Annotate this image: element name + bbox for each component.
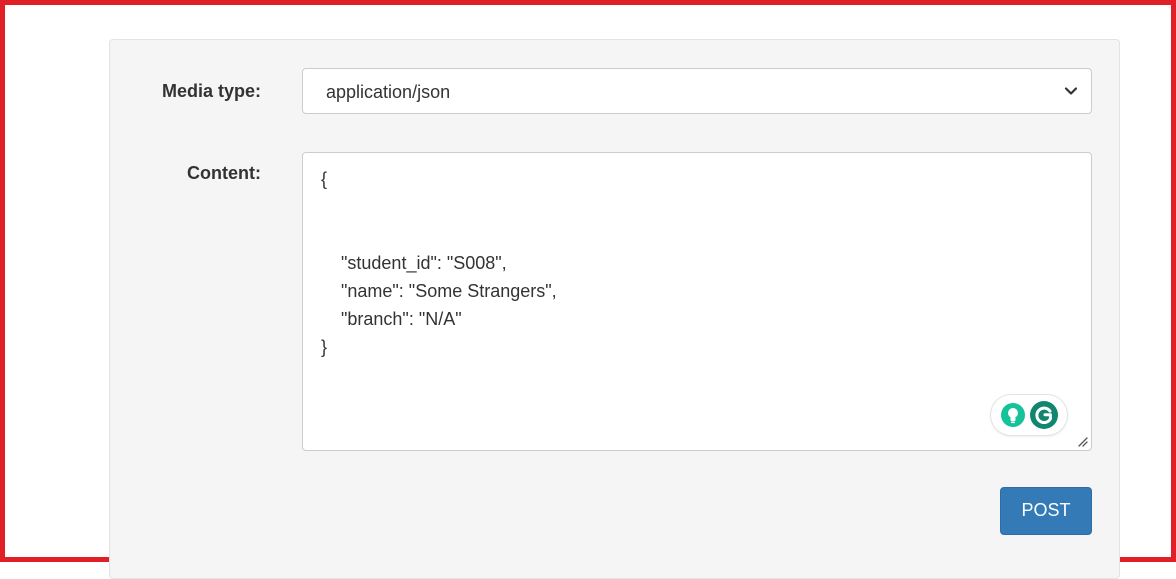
content-textarea[interactable]: { "student_id": "S008", "name": "Some St…: [302, 152, 1092, 451]
content-text: { "student_id": "S008", "name": "Some St…: [321, 169, 557, 357]
grammarly-icon[interactable]: [1029, 400, 1059, 430]
media-type-label: Media type:: [161, 81, 261, 101]
chevron-down-icon: [1064, 87, 1078, 95]
lightbulb-icon[interactable]: [1000, 402, 1026, 428]
media-type-value: application/json: [326, 82, 451, 102]
resize-handle-icon[interactable]: [1076, 435, 1088, 447]
content-label: Content:: [187, 163, 261, 183]
request-form-panel: Media type: application/json Content: { …: [109, 39, 1120, 579]
grammarly-widget[interactable]: [991, 395, 1067, 435]
post-button[interactable]: POST: [1000, 487, 1092, 535]
screenshot-frame: Media type: application/json Content: { …: [0, 0, 1176, 579]
media-type-select[interactable]: application/json: [302, 68, 1092, 114]
